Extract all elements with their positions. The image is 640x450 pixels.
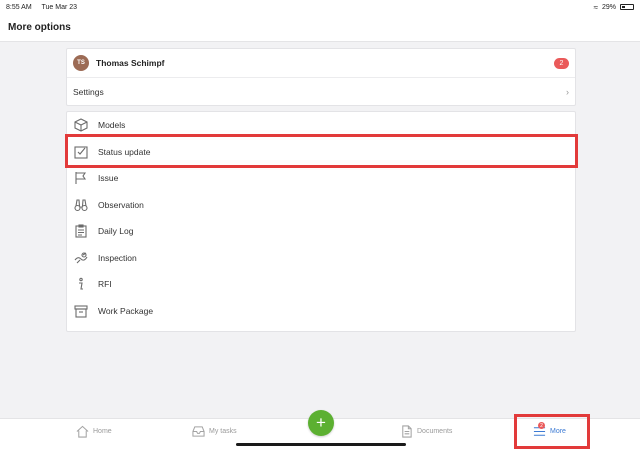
wifi-icon: ≈ (593, 2, 598, 12)
status-date: Tue Mar 23 (41, 3, 78, 11)
menu-list: Models Status update Issue Observation D… (66, 111, 576, 332)
main-content: TS Thomas Schimpf 2 Settings › Models St… (66, 48, 576, 332)
home-icon (76, 425, 89, 438)
tab-home-label: Home (93, 428, 112, 435)
tab-more[interactable]: 2 More (533, 422, 566, 438)
home-indicator (236, 443, 406, 446)
binoculars-icon (73, 198, 89, 212)
tab-my-tasks-label: My tasks (209, 428, 237, 435)
settings-label: Settings (73, 87, 104, 97)
menu-item-label: Work Package (98, 305, 154, 316)
battery-percent: 29% (601, 3, 616, 11)
menu-item-work-package[interactable]: Work Package (67, 298, 575, 325)
battery-icon (620, 4, 634, 10)
notification-badge: 2 (554, 57, 569, 69)
tab-documents[interactable]: Documents (400, 425, 452, 438)
checkbox-icon (73, 145, 89, 159)
menu-item-label: Inspection (98, 252, 137, 263)
info-icon (73, 277, 89, 291)
menu-item-issue[interactable]: Issue (67, 165, 575, 192)
menu-item-label: RFI (98, 279, 112, 290)
add-button[interactable]: + (308, 410, 334, 436)
header: More options (0, 14, 640, 42)
user-name: Thomas Schimpf (96, 58, 165, 68)
tab-home[interactable]: Home (76, 425, 112, 438)
menu-item-label: Models (98, 120, 126, 131)
flag-icon (73, 171, 89, 185)
tab-my-tasks[interactable]: My tasks (192, 425, 237, 438)
menu-item-daily-log[interactable]: Daily Log (67, 218, 575, 245)
avatar: TS (73, 55, 89, 71)
menu-item-label: Issue (98, 173, 119, 184)
box-icon (73, 304, 89, 318)
user-row[interactable]: TS Thomas Schimpf 2 (67, 49, 575, 78)
status-time: 8:55 AM (6, 3, 32, 11)
more-badge: 2 (538, 422, 545, 429)
menu-item-status-update[interactable]: Status update (67, 139, 575, 166)
menu-item-models[interactable]: Models (67, 112, 575, 139)
tab-documents-label: Documents (417, 428, 453, 435)
inbox-icon (192, 426, 205, 437)
menu-item-observation[interactable]: Observation (67, 192, 575, 219)
settings-row[interactable]: Settings › (67, 78, 575, 106)
tab-more-label: More (550, 428, 566, 435)
menu-item-label: Daily Log (98, 226, 134, 237)
chevron-right-icon: › (566, 87, 569, 97)
menu-item-inspection[interactable]: Inspection (67, 245, 575, 272)
menu-item-label: Status update (98, 146, 151, 157)
cube-icon (73, 118, 89, 132)
menu-item-rfi[interactable]: RFI (67, 271, 575, 298)
document-icon (402, 425, 412, 438)
user-card: TS Thomas Schimpf 2 Settings › (66, 48, 576, 106)
menu-item-label: Observation (98, 199, 144, 210)
page-title: More options (8, 22, 71, 33)
clipboard-icon (73, 224, 89, 238)
status-bar: 8:55 AM Tue Mar 23 ≈ 29% (0, 0, 640, 14)
inspection-icon (73, 251, 89, 265)
